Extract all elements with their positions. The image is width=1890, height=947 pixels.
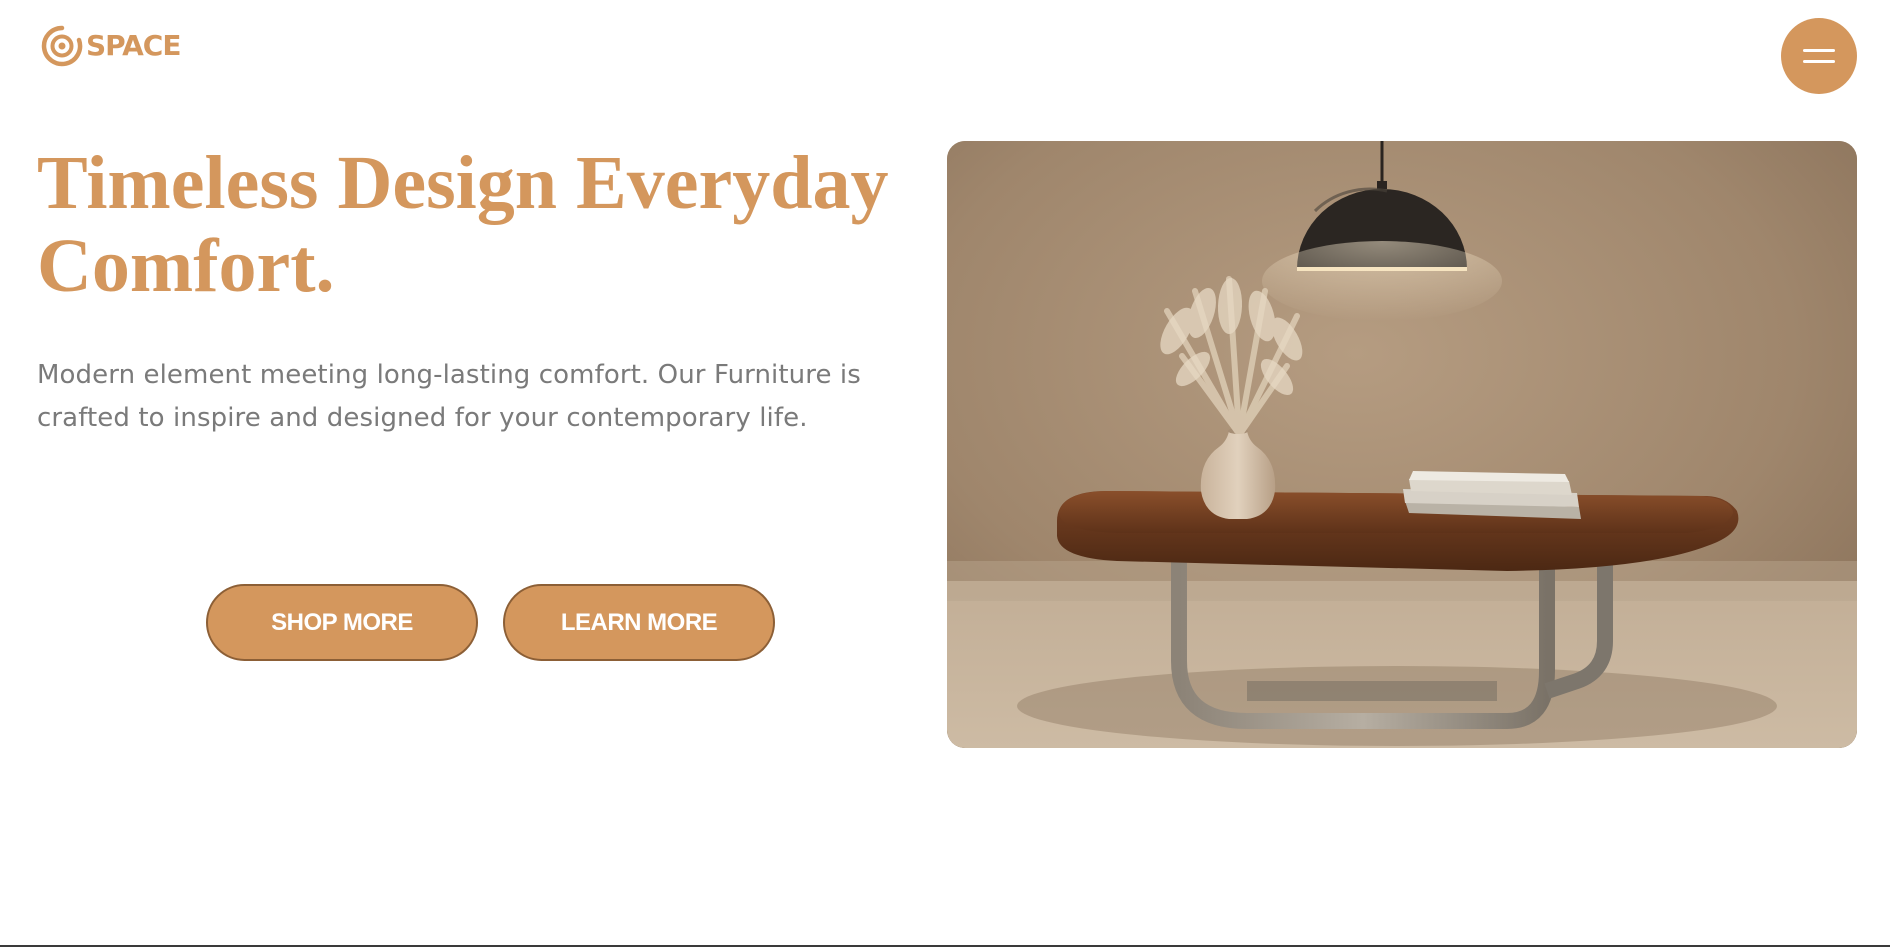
furniture-scene-illustration [947, 141, 1857, 748]
logo-text: SPACE [86, 29, 181, 62]
concentric-circle-logo-icon [41, 25, 83, 67]
shop-more-button[interactable]: SHOP MORE [206, 584, 478, 661]
hero-subtitle: Modern element meeting long-lasting comf… [37, 360, 861, 433]
menu-button[interactable] [1781, 18, 1857, 94]
hero-image [947, 141, 1857, 748]
hero-title: Timeless Design Everyday Comfort. [37, 141, 889, 308]
logo[interactable]: SPACE [40, 24, 181, 68]
learn-more-button[interactable]: LEARN MORE [503, 584, 775, 661]
hamburger-menu-icon [1803, 49, 1835, 63]
